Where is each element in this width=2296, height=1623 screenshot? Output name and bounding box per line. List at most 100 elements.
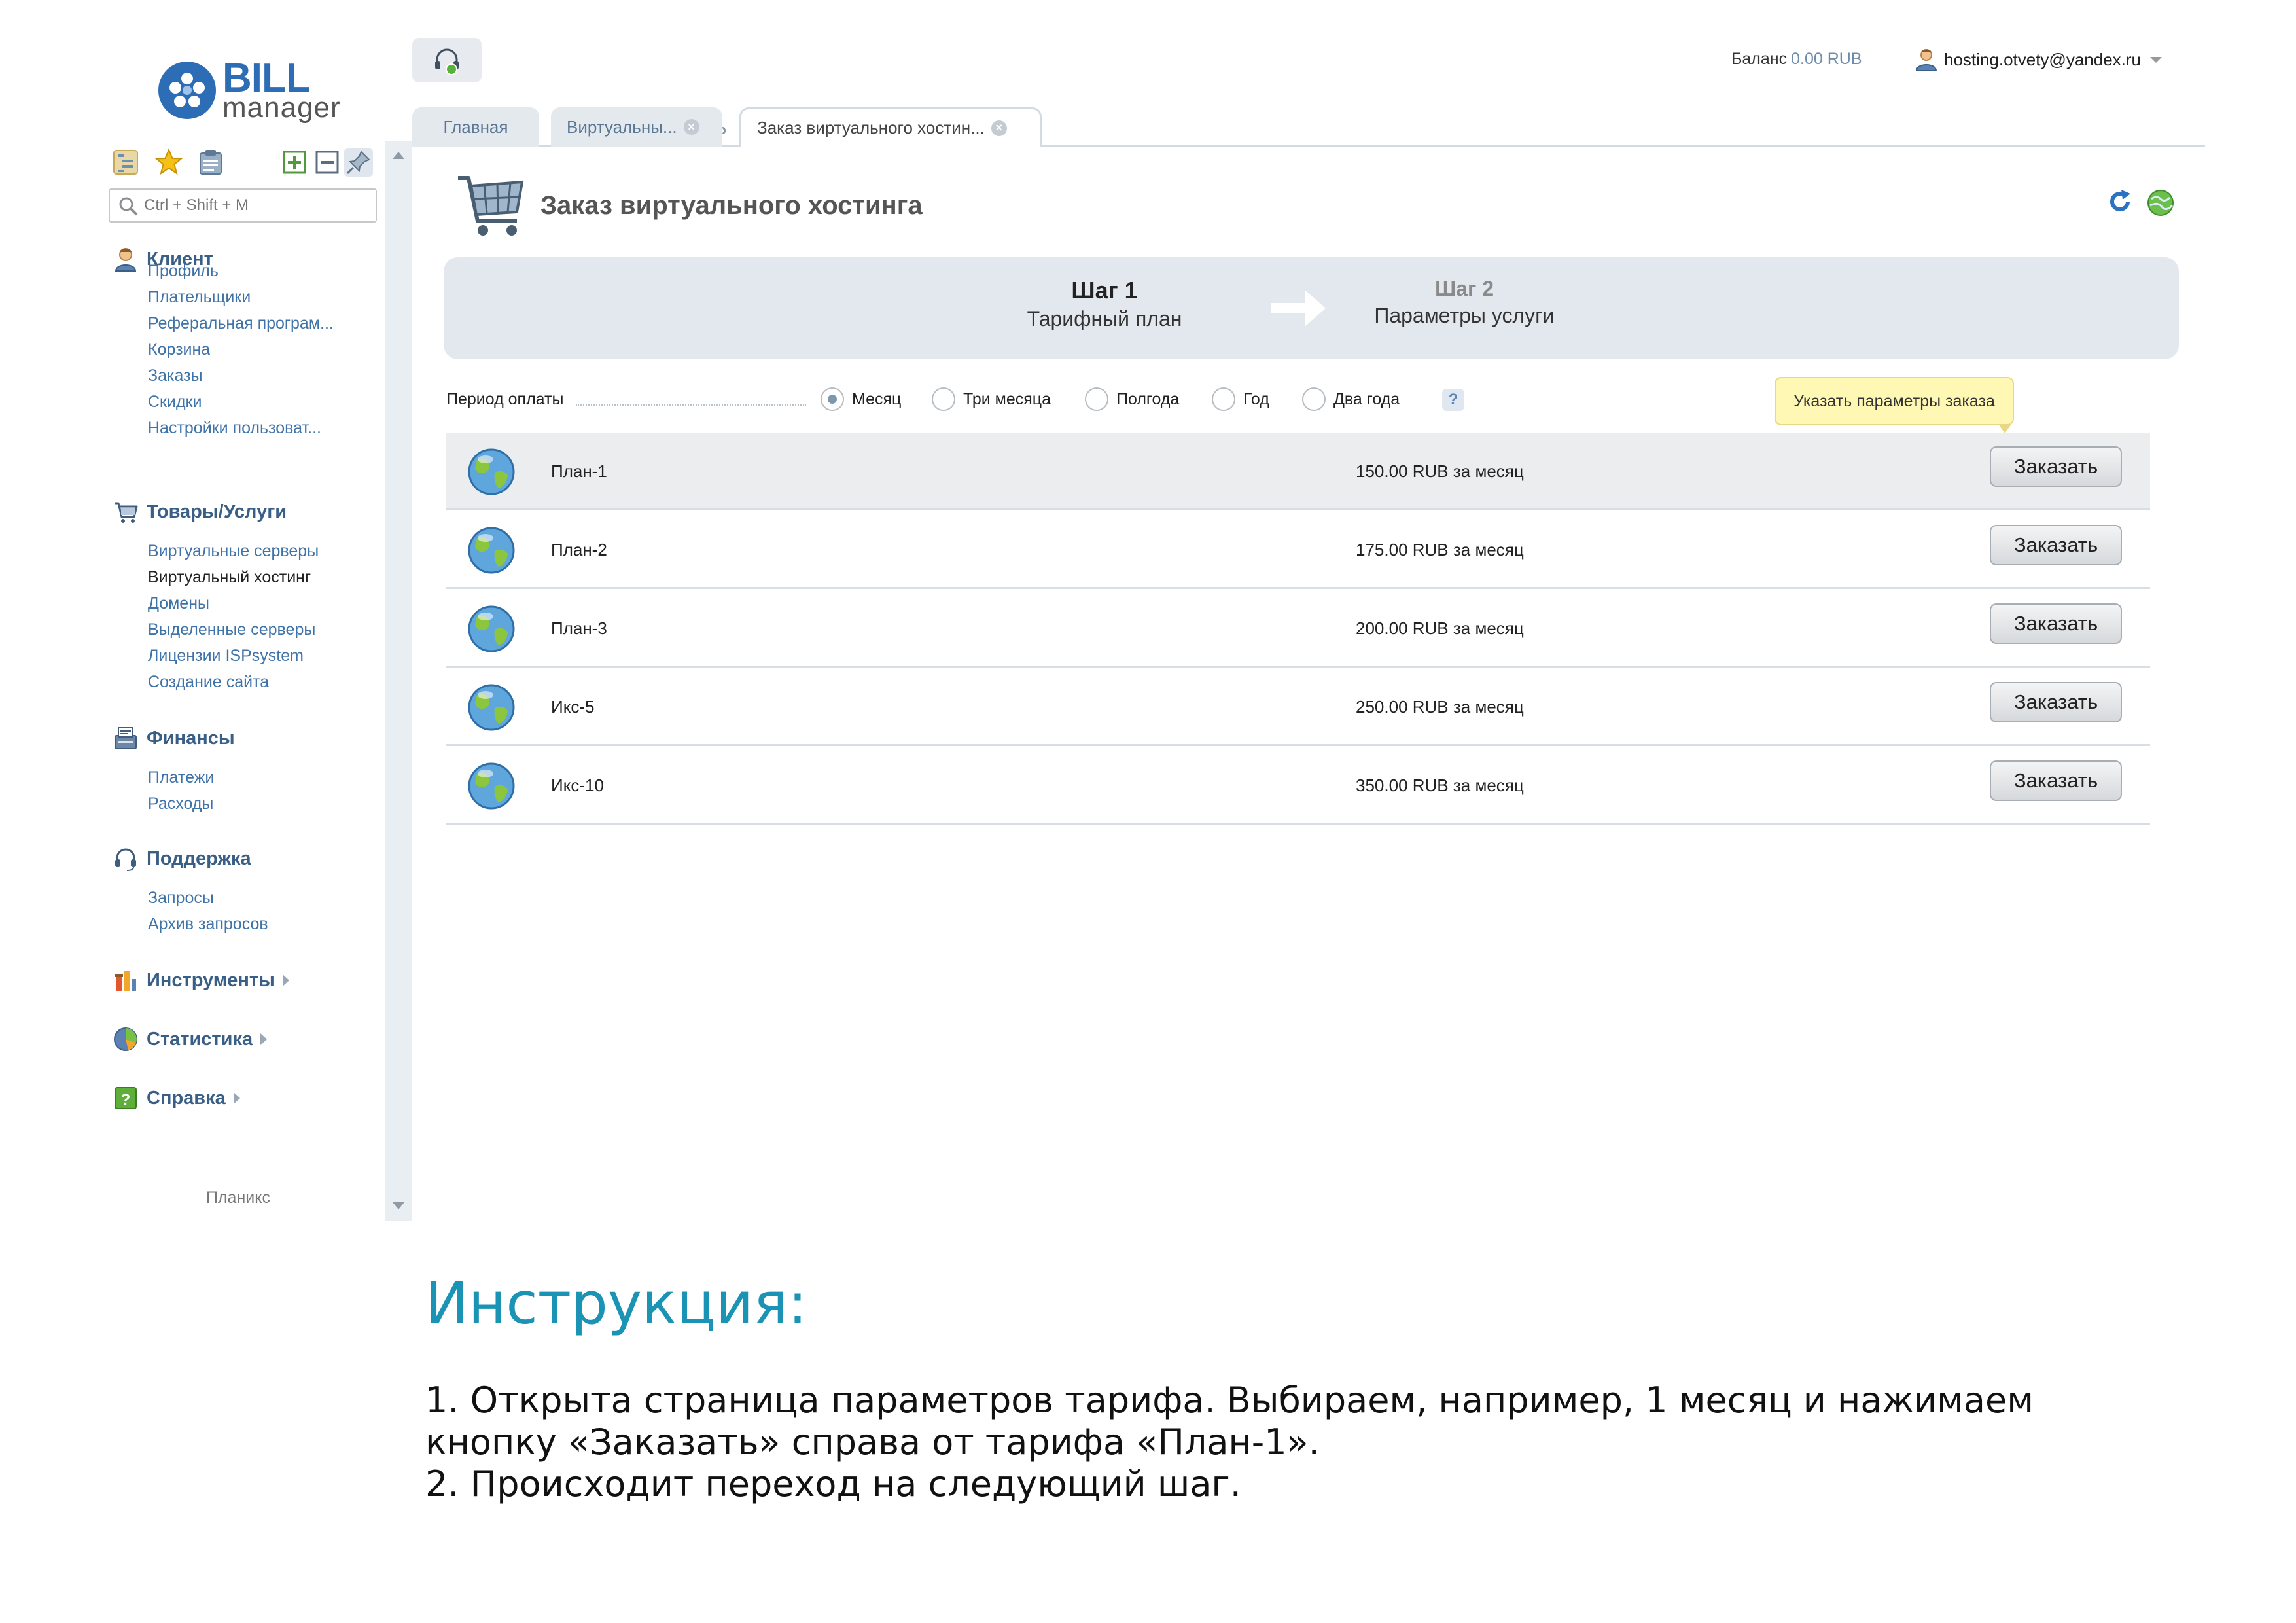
tab-hosting-order[interactable]: Заказ виртуального хостин... × [739, 107, 1042, 147]
arrow-right-icon [1271, 290, 1326, 327]
balance-label: Баланс [1731, 50, 1788, 68]
sidebar-section-finance[interactable]: Финансы [113, 725, 235, 751]
sidebar-section-title: Финансы [147, 727, 235, 749]
radio-icon[interactable] [1302, 387, 1326, 411]
refresh-icon[interactable] [2107, 188, 2133, 215]
tree-view-icon[interactable] [111, 148, 140, 177]
order-button[interactable]: Заказать [1990, 446, 2122, 487]
sidebar-scrollbar[interactable] [385, 141, 412, 1221]
pin-icon[interactable] [344, 148, 373, 177]
clipboard-icon[interactable] [196, 148, 225, 177]
plan-row[interactable]: План-1 150.00 RUB за месяц Заказать [446, 433, 2150, 510]
expand-all-icon[interactable] [280, 148, 309, 177]
close-icon[interactable]: × [991, 120, 1007, 136]
plan-name: Икс-5 [551, 697, 595, 717]
radio-selected-icon[interactable] [821, 387, 844, 411]
sidebar-item-domains[interactable]: Домены [148, 594, 209, 613]
expand-caret-icon [260, 1033, 268, 1045]
sidebar-item-dedicated-servers[interactable]: Выделенные серверы [148, 620, 315, 639]
sidebar-section-help[interactable]: ? Справка [113, 1085, 240, 1111]
sidebar-section-tools[interactable]: Инструменты [113, 967, 289, 993]
sidebar-item-discounts[interactable]: Скидки [148, 393, 202, 412]
sidebar-footer-brand[interactable]: Планикс [206, 1188, 270, 1207]
order-tooltip: Указать параметры заказа [1775, 377, 2014, 433]
radio-icon[interactable] [1212, 387, 1235, 411]
step-number: Шаг 2 [1435, 277, 1494, 300]
plan-row[interactable]: Икс-10 350.00 RUB за месяц Заказать [446, 747, 2150, 825]
scroll-down-icon[interactable] [393, 1202, 404, 1209]
sidebar-item-requests[interactable]: Запросы [148, 889, 214, 908]
period-option-label: Месяц [852, 389, 902, 408]
user-menu[interactable]: hosting.otvety@yandex.ru [1914, 47, 2163, 72]
period-option-three-months[interactable]: Три месяца [932, 387, 1051, 411]
sidebar-item-virtual-servers[interactable]: Виртуальные серверы [148, 542, 319, 561]
step-number: Шаг 1 [1071, 277, 1138, 304]
period-option-label: Год [1243, 389, 1269, 408]
tab-virtual-servers[interactable]: Виртуальны... × [551, 107, 722, 147]
sidebar-item-expenses[interactable]: Расходы [148, 794, 213, 813]
step-next: Шаг 2 Параметры услуги [1360, 277, 1569, 328]
sidebar-item-virtual-hosting[interactable]: Виртуальный хостинг [148, 568, 311, 587]
favorites-star-icon[interactable] [154, 148, 183, 177]
tools-icon [115, 971, 136, 991]
order-button[interactable]: Заказать [1990, 682, 2122, 722]
sidebar-section-products[interactable]: Товары/Услуги [113, 499, 287, 525]
sidebar-item-ispsystem-licenses[interactable]: Лицензии ISPsystem [148, 647, 304, 666]
period-option-two-years[interactable]: Два года [1302, 387, 1400, 411]
radio-icon[interactable] [1085, 387, 1108, 411]
tooltip-text: Указать параметры заказа [1793, 391, 1995, 410]
help-icon[interactable]: ? [1442, 389, 1464, 411]
sidebar-item-user-settings[interactable]: Настройки пользоват... [148, 419, 321, 438]
sidebar-item-payments[interactable]: Платежи [148, 768, 214, 787]
logo-mark-icon [158, 62, 216, 119]
sidebar-item-request-archive[interactable]: Архив запросов [148, 915, 268, 934]
period-option-month[interactable]: Месяц [821, 387, 901, 411]
order-button[interactable]: Заказать [1990, 525, 2122, 565]
order-steps: Шаг 1 Тарифный план Шаг 2 Параметры услу… [444, 257, 2179, 359]
balance-value: 0.00 RUB [1791, 50, 1862, 68]
close-icon[interactable]: × [683, 119, 699, 135]
shopping-cart-icon [458, 176, 524, 236]
period-option-year[interactable]: Год [1212, 387, 1269, 411]
help-book-icon: ? [115, 1087, 137, 1109]
page-title: Заказ виртуального хостинга [540, 191, 923, 220]
plan-row[interactable]: План-2 175.00 RUB за месяц Заказать [446, 512, 2150, 589]
instruction-line: 1. Открыта страница параметров тарифа. В… [425, 1380, 2034, 1421]
sidebar-item-referral[interactable]: Реферальная програм... [148, 314, 334, 333]
plan-name: Икс-10 [551, 776, 604, 795]
sidebar-section-title: Поддержка [147, 847, 251, 869]
scroll-up-icon[interactable] [393, 152, 404, 159]
pie-chart-icon [114, 1027, 137, 1051]
collapse-all-icon[interactable] [313, 148, 342, 177]
plan-row[interactable]: План-3 200.00 RUB за месяц Заказать [446, 590, 2150, 668]
plan-row[interactable]: Икс-5 250.00 RUB за месяц Заказать [446, 669, 2150, 746]
shopping-cart-icon [115, 502, 138, 523]
sidebar-item-site-creation[interactable]: Создание сайта [148, 673, 269, 692]
sidebar-section-support[interactable]: Поддержка [113, 846, 251, 872]
order-button[interactable]: Заказать [1990, 760, 2122, 801]
support-button[interactable] [412, 38, 482, 82]
tab-home[interactable]: Главная [412, 107, 539, 147]
globe-icon [468, 605, 515, 652]
user-email: hosting.otvety@yandex.ru [1944, 49, 2142, 69]
sidebar-section-statistics[interactable]: Статистика [113, 1026, 268, 1052]
plan-name: План-3 [551, 618, 607, 638]
order-button[interactable]: Заказать [1990, 603, 2122, 644]
instruction-line: 2. Происходит переход на следующий шаг. [425, 1463, 1241, 1505]
period-option-half-year[interactable]: Полгода [1085, 387, 1179, 411]
billmanager-logo[interactable]: BILL manager [157, 56, 340, 130]
sidebar-search[interactable] [109, 188, 377, 223]
step-label: Тарифный план [1027, 307, 1182, 330]
plan-price: 250.00 RUB за месяц [1356, 697, 1524, 717]
sidebar-item-orders[interactable]: Заказы [148, 366, 203, 385]
tab-label: Главная [443, 116, 508, 137]
finance-icon [115, 727, 137, 749]
sidebar-item-cart[interactable]: Корзина [148, 340, 210, 359]
sidebar-item-payers[interactable]: Плательщики [148, 288, 251, 307]
radio-icon[interactable] [932, 387, 955, 411]
chevron-down-icon[interactable] [2150, 56, 2163, 63]
globe-icon[interactable] [2146, 188, 2175, 217]
search-input[interactable] [144, 195, 366, 216]
sidebar-item-profile[interactable]: Профиль [148, 262, 219, 281]
period-option-label: Три месяца [963, 389, 1051, 408]
